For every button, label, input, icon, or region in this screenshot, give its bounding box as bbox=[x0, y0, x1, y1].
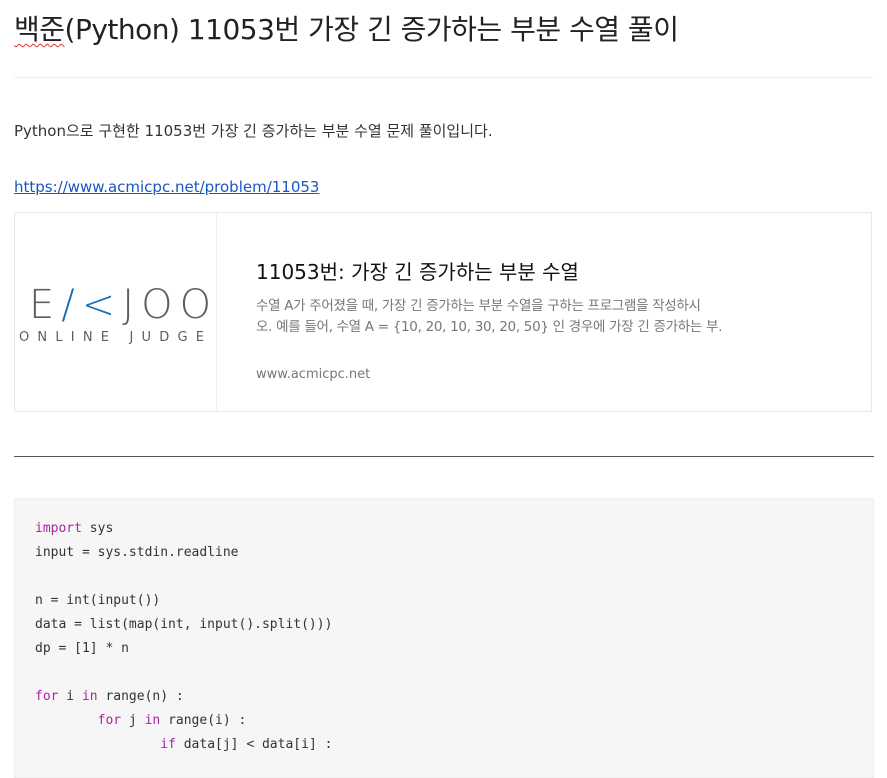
baekjoon-logo: E/<JOO bbox=[29, 285, 218, 325]
logo-subtitle: ONLINE JUDGE bbox=[19, 330, 213, 345]
code-text: j bbox=[121, 713, 145, 728]
logo-letters-joo: JOO bbox=[122, 282, 219, 328]
code-line: for i in range(n) : bbox=[35, 687, 184, 707]
code-line: data = list(map(int, input().split())) bbox=[35, 617, 333, 632]
link-preview-card[interactable]: E/<JOO ONLINE JUDGE 11053번: 가장 긴 증가하는 부분… bbox=[14, 212, 872, 412]
code-keyword: in bbox=[144, 713, 161, 728]
code-keyword: if bbox=[160, 737, 176, 752]
card-thumbnail: E/<JOO ONLINE JUDGE bbox=[15, 213, 217, 411]
card-description-line: 수열 A가 주어졌을 때, 가장 긴 증가하는 부분 수열을 구하는 프로그램을… bbox=[256, 298, 701, 314]
code-keyword: in bbox=[81, 689, 98, 704]
code-line: n = int(input()) bbox=[35, 593, 161, 608]
code-line: dp = [1] * n bbox=[35, 641, 129, 656]
title-text: (Python) 11053번 가장 긴 증가하는 부분 수열 풀이 bbox=[64, 13, 679, 46]
problem-link[interactable]: https://www.acmicpc.net/problem/11053 bbox=[14, 178, 319, 196]
logo-letter-k: /< bbox=[61, 282, 123, 328]
title-spellcheck-word: 백준 bbox=[14, 13, 65, 46]
code-line: if data[j] < data[i] : bbox=[35, 735, 332, 755]
card-description: 수열 A가 주어졌을 때, 가장 긴 증가하는 부분 수열을 구하는 프로그램을… bbox=[256, 296, 721, 338]
code-keyword: for bbox=[35, 689, 59, 704]
card-title: 11053번: 가장 긴 증가하는 부분 수열 bbox=[256, 260, 579, 284]
code-text: data[j] < data[i] : bbox=[175, 737, 333, 752]
card-host: www.acmicpc.net bbox=[256, 367, 371, 382]
intro-paragraph: Python으로 구현한 11053번 가장 긴 증가하는 부분 수열 문제 풀… bbox=[14, 122, 493, 140]
code-text: range(n) : bbox=[97, 689, 184, 704]
code-line: import sys bbox=[35, 519, 113, 539]
code-keyword: import bbox=[35, 521, 82, 536]
code-line: input = sys.stdin.readline bbox=[35, 545, 239, 560]
code-text: i bbox=[58, 689, 82, 704]
code-keyword: for bbox=[97, 713, 122, 728]
horizontal-rule bbox=[14, 456, 874, 457]
code-text: range(i) : bbox=[160, 713, 247, 728]
post-title: 백준(Python) 11053번 가장 긴 증가하는 부분 수열 풀이 bbox=[14, 8, 679, 48]
title-divider bbox=[14, 77, 874, 78]
code-text: sys bbox=[81, 521, 114, 536]
code-block: import sys input = sys.stdin.readline n … bbox=[14, 498, 874, 778]
card-description-line: 오. 예를 들어, 수열 A = {10, 20, 10, 30, 20, 50… bbox=[256, 319, 721, 335]
logo-letter-e: E bbox=[29, 282, 62, 328]
code-line: for j in range(i) : bbox=[35, 711, 247, 731]
